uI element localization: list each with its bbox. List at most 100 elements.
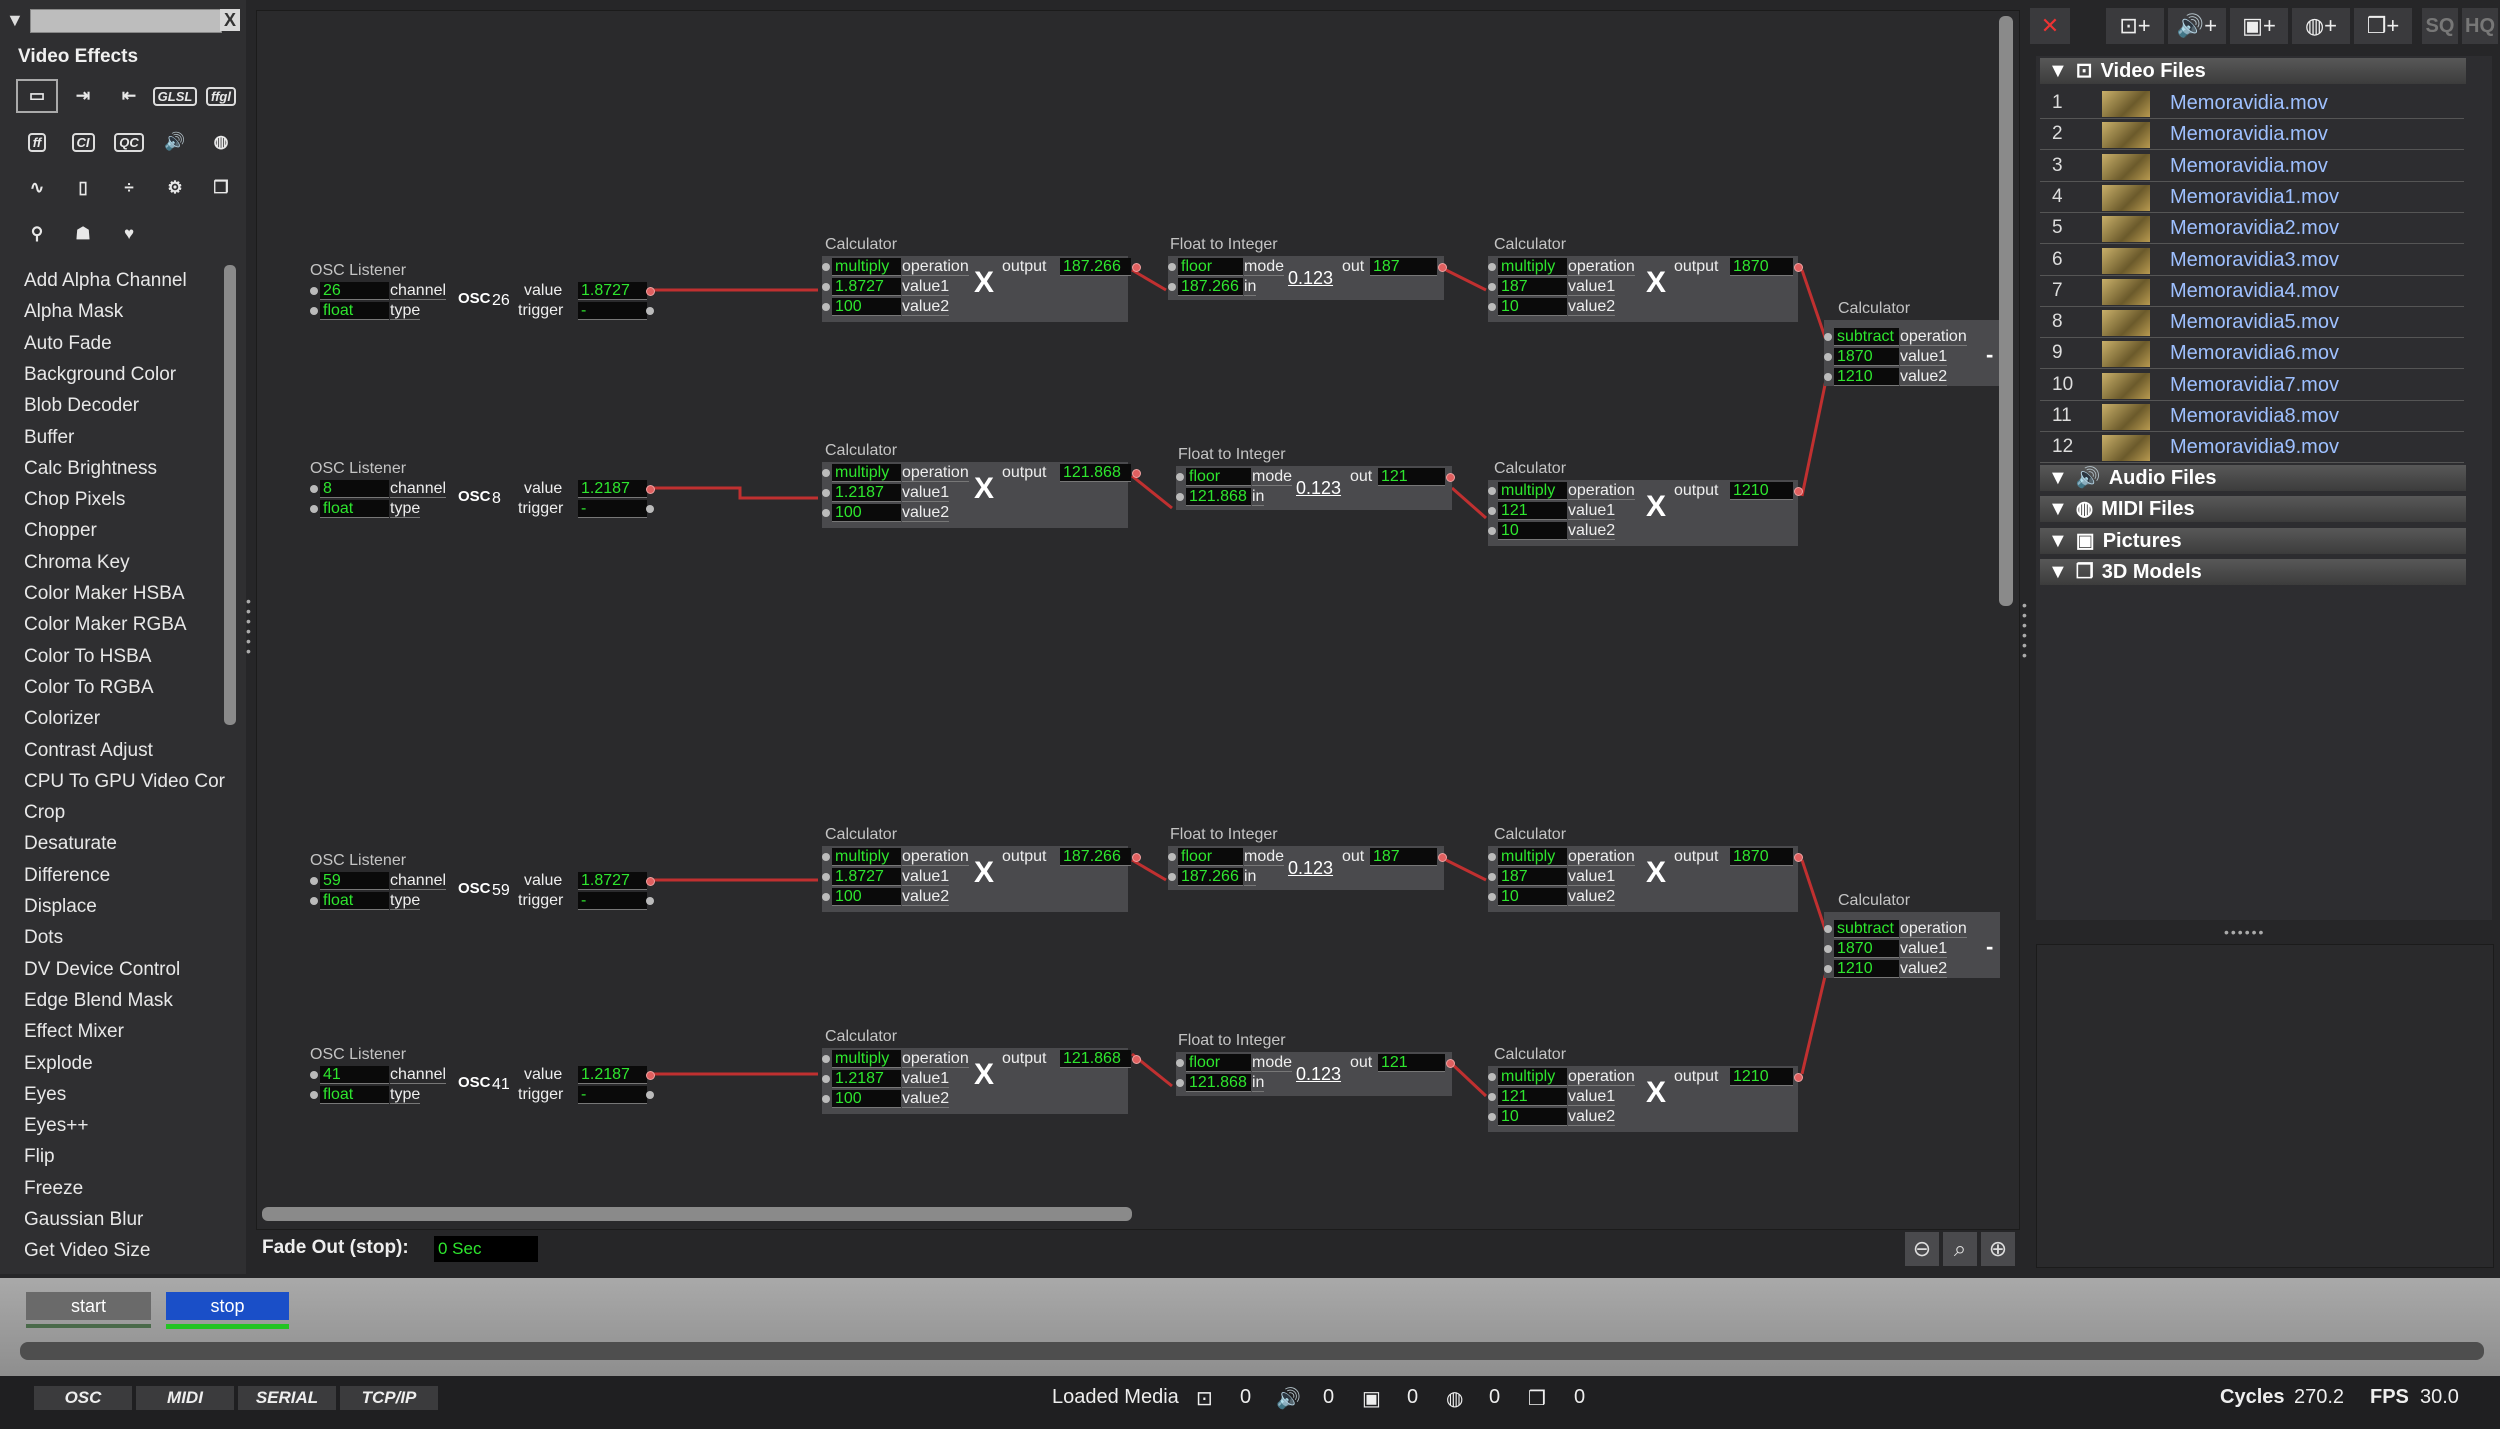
output-port-icon[interactable] — [1794, 487, 1803, 496]
actor-list-item[interactable]: Gaussian Blur — [24, 1209, 143, 1231]
port-value[interactable]: 121 — [1498, 502, 1567, 520]
actor-list-item[interactable]: Buffer — [24, 427, 74, 449]
value-output[interactable]: 1.8727 — [578, 872, 655, 890]
calculator-actor[interactable]: Calculator multiply operation 1.8727 value1 1… — [820, 826, 1141, 922]
input-port-icon[interactable] — [822, 853, 830, 861]
media-panel-resize-handle[interactable]: •••••• — [2224, 924, 2265, 940]
video-file-row[interactable]: 12 Memoravidia9.mov — [2040, 432, 2464, 464]
port-value[interactable]: 187 — [1498, 868, 1567, 886]
mouse-icon[interactable]: ▯ — [64, 173, 102, 203]
actor-list-item[interactable]: Background Color — [24, 364, 176, 386]
actor-list-item[interactable]: CPU To GPU Video Cor — [24, 771, 225, 793]
actor-list-item[interactable]: Desaturate — [24, 833, 117, 855]
actor-list-item[interactable]: Add Alpha Channel — [24, 270, 187, 292]
output-port-icon[interactable] — [1132, 1055, 1141, 1064]
output-port[interactable]: 1870 — [1730, 848, 1814, 866]
trigger-output[interactable]: - — [578, 892, 658, 910]
input-port-icon[interactable] — [1488, 263, 1496, 271]
canvas-vertical-scrollbar[interactable] — [1999, 16, 2013, 606]
input-port-icon[interactable] — [1488, 873, 1496, 881]
input-port-icon[interactable] — [1176, 1079, 1184, 1087]
float-to-integer-actor[interactable]: Float to Integer floor mode 187.266 in 0.123 o… — [1168, 826, 1458, 906]
zoom-out-icon[interactable]: ⊖ — [1905, 1232, 1939, 1266]
calculator-actor[interactable]: Calculator multiply operation 121 value1 10 va… — [1486, 1046, 1806, 1142]
actor-list-item[interactable]: Color Maker RGBA — [24, 614, 187, 636]
input-port-icon[interactable] — [822, 469, 830, 477]
actor-list-item[interactable]: Color To HSBA — [24, 646, 151, 668]
trigger-output[interactable]: - — [578, 500, 658, 518]
output-port[interactable]: 1870 — [1730, 258, 1814, 276]
expand-arrow-icon[interactable]: ▼ — [2048, 467, 2068, 489]
expand-arrow-icon[interactable]: ▼ — [2048, 561, 2068, 583]
output-port-icon[interactable] — [646, 877, 655, 886]
actor-list-item[interactable]: Get Video Size — [24, 1240, 150, 1262]
quartz-composer-icon[interactable]: QC — [110, 127, 148, 157]
port-value[interactable]: 59 — [320, 872, 389, 890]
actor-list-item[interactable]: Chop Pixels — [24, 489, 125, 511]
input-port-icon[interactable] — [1488, 507, 1496, 515]
port-value[interactable]: multiply — [832, 258, 901, 276]
port-value[interactable]: subtract — [1834, 328, 1899, 346]
input-port-icon[interactable] — [310, 897, 318, 905]
output-port[interactable]: 187.266 — [1060, 258, 1144, 276]
hq-button[interactable]: HQ — [2462, 8, 2498, 44]
calculator-actor[interactable]: Calculator multiply operation 187 value1 10 va… — [1486, 236, 1806, 332]
port-value[interactable]: 1.2187 — [832, 1070, 901, 1088]
out-port[interactable]: 187 — [1370, 848, 1450, 866]
video-file-row[interactable]: 4 Memoravidia1.mov — [2040, 182, 2464, 213]
port-value[interactable]: 10 — [1498, 1108, 1567, 1126]
input-port-icon[interactable] — [310, 505, 318, 513]
scene-icon[interactable]: ❐ — [202, 173, 240, 203]
input-port-icon[interactable] — [310, 287, 318, 295]
input-port-icon[interactable] — [310, 877, 318, 885]
calculator-actor[interactable]: Calculator multiply operation 1.8727 value1 1… — [820, 236, 1141, 332]
speaker-files-header[interactable]: ▼ 🔊 Audio Files — [2040, 465, 2466, 491]
calculator-actor[interactable]: Calculator multiply operation 187 value1 10 va… — [1486, 826, 1806, 922]
output-port[interactable]: 187.266 — [1060, 848, 1144, 866]
fade-out-input[interactable]: 0 Sec — [434, 1236, 538, 1262]
input-port-icon[interactable] — [1824, 333, 1832, 341]
port-value[interactable]: 10 — [1498, 888, 1567, 906]
port-value[interactable]: 1.8727 — [832, 868, 901, 886]
port-value[interactable]: 1870 — [1834, 940, 1899, 958]
add-3d-model-button[interactable]: ❒+ — [2354, 8, 2412, 44]
output-port-icon[interactable] — [1132, 853, 1141, 862]
input-port-icon[interactable] — [1824, 373, 1832, 381]
input-port-icon[interactable] — [822, 263, 830, 271]
output-port-icon[interactable] — [1438, 263, 1447, 272]
port-value[interactable]: 8 — [320, 480, 389, 498]
input-port-icon[interactable] — [822, 489, 830, 497]
midi-icon[interactable]: ◍ — [202, 127, 240, 157]
actor-list-item[interactable]: Effect Mixer — [24, 1021, 124, 1043]
output-port-icon[interactable] — [1446, 1059, 1455, 1068]
actor-list-item[interactable]: Explode — [24, 1053, 93, 1075]
left-splitter-handle[interactable]: • • • • • • — [246, 594, 254, 658]
core-image-icon[interactable]: CI — [64, 127, 102, 157]
port-value[interactable]: 187.266 — [1178, 278, 1243, 296]
port-value[interactable]: 121.868 — [1186, 488, 1251, 506]
osc-comm-button[interactable]: OSC — [34, 1386, 132, 1410]
input-port-icon[interactable] — [822, 1095, 830, 1103]
video-files-header[interactable]: ▼ ⊡ Video Files — [2040, 58, 2466, 84]
output-port-icon[interactable] — [646, 287, 655, 296]
video-out-icon[interactable]: ⇤ — [110, 81, 148, 111]
video-file-row[interactable]: 3 Memoravidia.mov — [2040, 151, 2464, 182]
calculator-subtract-actor[interactable]: Calculator subtract operation 1870 value1 121… — [1824, 892, 2000, 988]
port-value[interactable]: multiply — [832, 848, 901, 866]
input-port-icon[interactable] — [1488, 853, 1496, 861]
video-file-row[interactable]: 1 Memoravidia.mov — [2040, 88, 2464, 119]
input-port-icon[interactable] — [1168, 873, 1176, 881]
actor-list-scrollbar[interactable] — [224, 265, 236, 725]
output-port-icon[interactable] — [646, 1071, 655, 1080]
port-value[interactable]: 26 — [320, 282, 389, 300]
expand-arrow-icon[interactable]: ▼ — [2048, 498, 2068, 520]
broadcast-icon[interactable]: ⚲ — [18, 219, 56, 249]
input-port-icon[interactable] — [1488, 487, 1496, 495]
output-port-icon[interactable] — [1446, 473, 1455, 482]
input-port-icon[interactable] — [1176, 1059, 1184, 1067]
calculator-actor[interactable]: Calculator multiply operation 121 value1 10 va… — [1486, 460, 1806, 556]
glsl-icon[interactable]: GLSL — [152, 81, 198, 111]
port-value[interactable]: multiply — [1498, 258, 1567, 276]
osc-listener-actor[interactable]: OSC Listener 59 channel float type OSC 59 value… — [310, 852, 660, 922]
video-file-row[interactable]: 7 Memoravidia4.mov — [2040, 276, 2464, 307]
